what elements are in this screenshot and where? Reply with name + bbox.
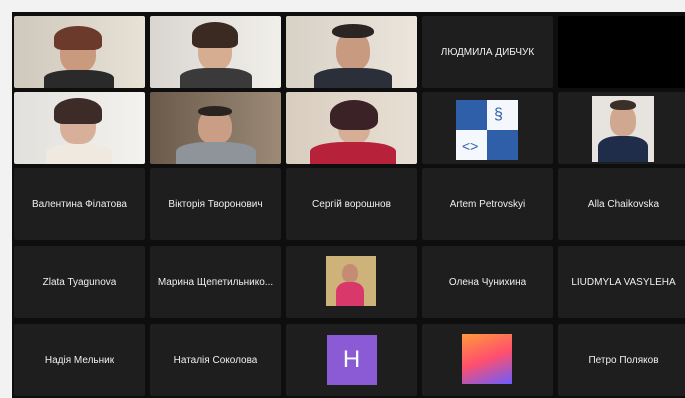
avatar-block	[487, 130, 518, 160]
participant-name: Олена Чунихина	[448, 276, 527, 288]
participant-name: ЛЮДМИЛА ДИБЧУК	[440, 46, 535, 58]
video-tile[interactable]: Надія Мельник	[14, 324, 145, 396]
video-tile[interactable]	[150, 92, 281, 164]
video-tile[interactable]: Олена Чунихина	[422, 246, 553, 318]
video-tile[interactable]: Alla Chaikovska	[558, 168, 685, 240]
avatar-block	[456, 100, 487, 130]
participant-torso	[180, 68, 252, 88]
participant-name: LIUDMYLA VASYLEHA	[571, 276, 676, 288]
participant-name: Сергій ворошнов	[312, 198, 391, 210]
participant-torso	[598, 136, 648, 162]
avatar-letter: H	[326, 335, 377, 385]
participant-name: Наталія Соколова	[173, 354, 258, 366]
participant-hair	[198, 106, 232, 116]
video-tile[interactable]: Zlata Tyagunova	[14, 246, 145, 318]
video-tile[interactable]: H	[286, 324, 417, 396]
participant-torso	[336, 282, 364, 306]
video-tile[interactable]: Наталія Соколова	[150, 324, 281, 396]
video-tile[interactable]: Петро Поляков	[558, 324, 685, 396]
participant-video	[286, 92, 417, 164]
video-tile[interactable]	[14, 16, 145, 88]
video-tile[interactable]: Валентина Філатова	[14, 168, 145, 240]
video-tile[interactable]	[558, 16, 685, 88]
participant-torso	[310, 142, 396, 164]
participant-name: Валентина Філатова	[32, 198, 127, 210]
participant-video	[14, 16, 145, 88]
code-icon: <>	[462, 138, 479, 154]
participant-avatar	[592, 96, 654, 162]
video-tile[interactable]: <> §	[422, 92, 553, 164]
participant-video	[286, 16, 417, 88]
video-tile-active-speaker[interactable]	[286, 16, 417, 88]
participant-avatar	[326, 256, 376, 306]
video-tile[interactable]: Сергій ворошнов	[286, 168, 417, 240]
participant-torso	[176, 142, 256, 164]
participant-torso	[44, 70, 114, 88]
video-tile[interactable]: LIUDMYLA VASYLEHA	[558, 246, 685, 318]
video-tile[interactable]	[422, 324, 553, 396]
participant-hair	[330, 100, 378, 130]
participant-avatar: <> §	[456, 100, 518, 160]
participant-hair	[610, 100, 636, 110]
participant-name: Вікторія Творонович	[168, 198, 263, 210]
participant-hair	[192, 22, 238, 48]
video-tile[interactable]: ЛЮДМИЛА ДИБЧУК	[422, 16, 553, 88]
participant-video	[150, 92, 281, 164]
participant-torso	[314, 68, 392, 88]
video-gallery: ЛЮДМИЛА ДИБЧУК <> § Валентина Філатова В…	[12, 12, 685, 398]
participant-name: Zlata Tyagunova	[42, 276, 117, 288]
video-tile[interactable]: Artem Petrovskyi	[422, 168, 553, 240]
participant-face	[342, 264, 358, 282]
participant-avatar	[462, 334, 512, 384]
participant-video	[150, 16, 281, 88]
participant-name: Alla Chaikovska	[587, 198, 660, 210]
video-tile[interactable]: Вікторія Творонович	[150, 168, 281, 240]
screenshot-frame: ЛЮДМИЛА ДИБЧУК <> § Валентина Філатова В…	[0, 0, 685, 398]
participant-name: Петро Поляков	[588, 354, 659, 366]
video-tile[interactable]	[558, 92, 685, 164]
video-tile[interactable]: Марина Щепетильнико...	[150, 246, 281, 318]
headphones	[332, 24, 374, 38]
video-tile[interactable]	[286, 92, 417, 164]
video-tile[interactable]	[286, 246, 417, 318]
participant-name: Марина Щепетильнико...	[157, 276, 274, 288]
participant-video	[14, 92, 145, 164]
participant-name: Artem Petrovskyi	[449, 198, 526, 210]
participant-name: Надія Мельник	[44, 354, 115, 366]
video-tile[interactable]	[150, 16, 281, 88]
video-tile[interactable]	[14, 92, 145, 164]
section-icon: §	[494, 106, 503, 123]
participant-hair	[54, 98, 102, 124]
participant-hair	[54, 26, 102, 50]
participant-torso	[46, 144, 112, 164]
